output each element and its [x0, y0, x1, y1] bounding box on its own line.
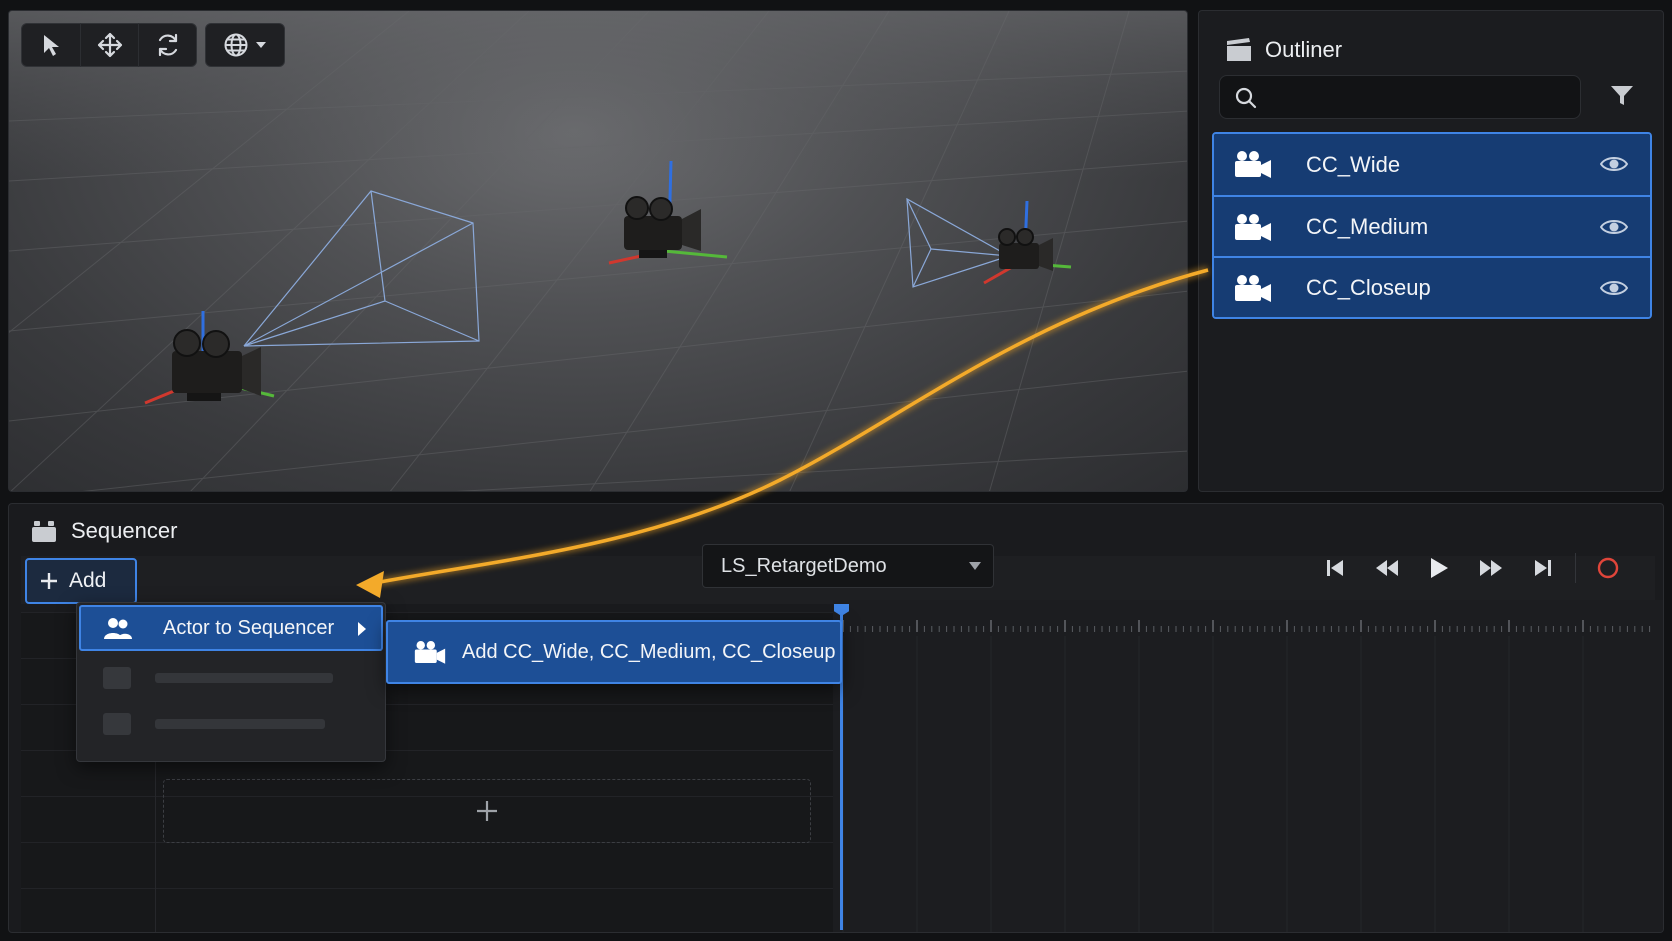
viewport-toolbar [21, 23, 285, 67]
submenu-item-add-cameras[interactable]: Add CC_Wide, CC_Medium, CC_Closeup [386, 620, 842, 684]
step-back-button[interactable] [1361, 548, 1413, 588]
step-forward-icon [1480, 560, 1502, 576]
outliner-search-input[interactable] [1270, 76, 1570, 118]
coordinate-space-dropdown[interactable] [205, 23, 285, 67]
add-button[interactable]: Add [25, 558, 137, 604]
play-icon [1431, 558, 1448, 578]
record-icon [1597, 557, 1619, 579]
outliner-title: Outliner [1265, 37, 1343, 62]
clapperboard-icon [32, 521, 56, 542]
menu-item-actor-to-sequencer[interactable]: Actor to Sequencer [79, 605, 383, 651]
outliner-panel: Outliner CC_Wide CC_Medium CC_Closeup [1198, 10, 1664, 492]
step-back-icon [1376, 560, 1398, 576]
outliner-item-label: CC_Medium [1306, 213, 1429, 239]
outliner-item-cc-wide[interactable]: CC_Wide [1214, 134, 1650, 195]
transport-divider [1575, 553, 1576, 583]
placeholder-icon [103, 667, 131, 689]
placeholder-icon [103, 713, 131, 735]
plus-icon [41, 573, 57, 589]
step-forward-button[interactable] [1465, 548, 1517, 588]
outliner-item-cc-medium[interactable]: CC_Medium [1214, 195, 1650, 256]
level-viewport[interactable] [8, 10, 1188, 492]
menu-placeholder-item [103, 667, 333, 689]
menu-placeholder-item [103, 713, 325, 735]
add-button-label: Add [69, 569, 107, 592]
filter-icon[interactable] [1609, 83, 1635, 109]
menu-item-label: Actor to Sequencer [163, 616, 335, 639]
play-button[interactable] [1413, 548, 1465, 588]
viewport-scene [9, 11, 1187, 491]
chevron-down-icon [969, 562, 981, 570]
record-button[interactable] [1582, 548, 1634, 588]
add-context-menu: Actor to Sequencer [76, 602, 386, 762]
outliner-item-label: CC_Closeup [1306, 274, 1431, 300]
globe-icon [224, 33, 248, 57]
add-track-dropzone[interactable] [163, 779, 811, 843]
clapperboard-icon [1227, 38, 1251, 61]
transport-controls [1309, 548, 1634, 588]
chevron-down-icon [256, 42, 266, 48]
sequencer-header: Sequencer [31, 518, 177, 544]
sequencer-title: Sequencer [71, 518, 178, 543]
plus-icon [477, 801, 497, 821]
skip-to-start-icon [1327, 560, 1343, 576]
eye-icon[interactable] [1600, 217, 1628, 237]
submenu-item-label: Add CC_Wide, CC_Medium, CC_Closeup [462, 640, 836, 663]
outliner-header: Outliner [1225, 37, 1342, 63]
outliner-list: CC_Wide CC_Medium CC_Closeup [1212, 132, 1652, 319]
rotate-icon[interactable] [138, 23, 196, 67]
skip-to-start-button[interactable] [1309, 548, 1361, 588]
transform-tools [21, 23, 197, 67]
chevron-right-icon [358, 622, 366, 636]
sequence-name: LS_RetargetDemo [721, 555, 887, 577]
sequence-select[interactable]: LS_RetargetDemo [702, 544, 994, 588]
move-icon[interactable] [80, 23, 138, 67]
camera-icon [1235, 214, 1271, 241]
placeholder-bar [155, 673, 333, 683]
outliner-item-label: CC_Wide [1306, 151, 1401, 177]
eye-icon[interactable] [1600, 154, 1628, 174]
outliner-search[interactable] [1219, 75, 1581, 119]
skip-to-end-button[interactable] [1517, 548, 1569, 588]
select-arrow-icon[interactable] [22, 23, 80, 67]
camera-icon [1235, 275, 1271, 302]
globe-dropdown[interactable] [206, 23, 284, 67]
search-icon [1235, 87, 1257, 109]
camera-icon [1235, 151, 1271, 178]
timeline-ruler [842, 620, 1651, 932]
placeholder-bar [155, 719, 325, 729]
outliner-item-cc-closeup[interactable]: CC_Closeup [1214, 256, 1650, 317]
eye-icon[interactable] [1600, 278, 1628, 298]
camera-icon [414, 641, 446, 664]
people-icon [104, 618, 132, 639]
timeline[interactable] [833, 600, 1663, 932]
skip-to-end-icon [1535, 560, 1551, 576]
